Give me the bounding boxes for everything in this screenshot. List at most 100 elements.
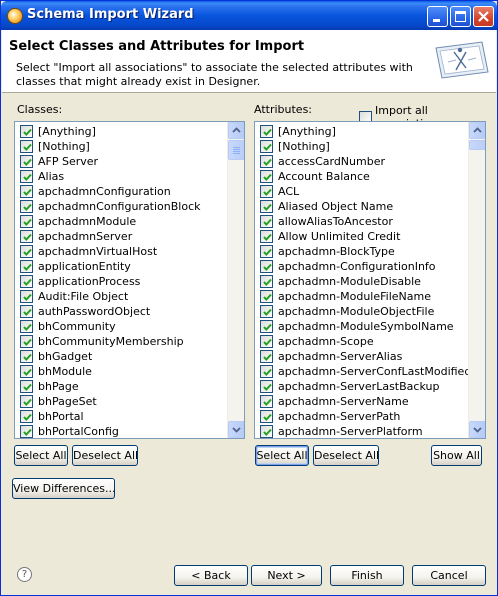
item-checkbox[interactable] bbox=[20, 290, 33, 303]
attributes-list[interactable]: [Anything] [Nothing] accessCardNumber Accou… bbox=[254, 121, 486, 439]
minimize-button[interactable] bbox=[427, 6, 448, 27]
list-item[interactable]: allowAliasToAncestor bbox=[257, 214, 468, 229]
item-checkbox[interactable] bbox=[20, 275, 33, 288]
item-checkbox[interactable] bbox=[260, 230, 273, 243]
list-item[interactable]: apchadmn-ConfigurationInfo bbox=[257, 259, 468, 274]
item-checkbox[interactable] bbox=[20, 380, 33, 393]
list-item[interactable]: applicationProcess bbox=[17, 274, 227, 289]
list-item[interactable]: [Anything] bbox=[17, 124, 227, 139]
help-icon[interactable]: ? bbox=[17, 567, 32, 582]
finish-button[interactable]: Finish bbox=[330, 565, 404, 586]
item-checkbox[interactable] bbox=[20, 260, 33, 273]
item-checkbox[interactable] bbox=[20, 425, 33, 438]
item-checkbox[interactable] bbox=[260, 395, 273, 408]
scroll-up-button[interactable] bbox=[469, 122, 485, 139]
item-checkbox[interactable] bbox=[260, 260, 273, 273]
list-item[interactable]: bhCommunityMembership bbox=[17, 334, 227, 349]
view-differences-button[interactable]: View Differences... bbox=[12, 478, 116, 499]
list-item[interactable]: applicationEntity bbox=[17, 259, 227, 274]
item-checkbox[interactable] bbox=[20, 215, 33, 228]
list-item[interactable]: apchadmn-ModuleFileName bbox=[257, 289, 468, 304]
list-item[interactable]: [Nothing] bbox=[257, 139, 468, 154]
list-item[interactable]: apchadmn-ModuleSymbolName bbox=[257, 319, 468, 334]
item-checkbox[interactable] bbox=[260, 185, 273, 198]
item-checkbox[interactable] bbox=[260, 335, 273, 348]
next-button[interactable]: Next > bbox=[251, 565, 322, 586]
item-checkbox[interactable] bbox=[260, 245, 273, 258]
list-item[interactable]: apchadmn-ServerPath bbox=[257, 409, 468, 424]
list-item[interactable]: apchadmn-ServerLastBackup bbox=[257, 379, 468, 394]
item-checkbox[interactable] bbox=[20, 155, 33, 168]
classes-deselect-all-button[interactable]: Deselect All bbox=[72, 445, 138, 466]
item-checkbox[interactable] bbox=[20, 125, 33, 138]
cancel-button[interactable]: Cancel bbox=[412, 565, 486, 586]
attributes-select-all-button[interactable]: Select All bbox=[255, 445, 309, 466]
list-item[interactable]: apchadmn-ModuleObjectFile bbox=[257, 304, 468, 319]
item-checkbox[interactable] bbox=[260, 305, 273, 318]
list-item[interactable]: bhPageSet bbox=[17, 394, 227, 409]
show-all-button[interactable]: Show All bbox=[431, 445, 482, 466]
list-item[interactable]: apchadmn-Scope bbox=[257, 334, 468, 349]
item-checkbox[interactable] bbox=[20, 335, 33, 348]
item-checkbox[interactable] bbox=[260, 155, 273, 168]
item-checkbox[interactable] bbox=[20, 230, 33, 243]
list-item[interactable]: apchadmn-ServerConfLastModified bbox=[257, 364, 471, 379]
scroll-down-button[interactable] bbox=[228, 421, 244, 438]
list-item[interactable]: Alias bbox=[17, 169, 227, 184]
list-item[interactable]: apchadmn-ServerName bbox=[257, 394, 468, 409]
scroll-up-button[interactable] bbox=[228, 122, 244, 139]
item-checkbox[interactable] bbox=[20, 365, 33, 378]
item-checkbox[interactable] bbox=[260, 410, 273, 423]
item-checkbox[interactable] bbox=[260, 125, 273, 138]
item-checkbox[interactable] bbox=[260, 320, 273, 333]
item-checkbox[interactable] bbox=[20, 350, 33, 363]
list-item[interactable]: Aliased Object Name bbox=[257, 199, 468, 214]
list-item[interactable]: apchadmnVirtualHost bbox=[17, 244, 227, 259]
list-item[interactable]: bhPortal bbox=[17, 409, 227, 424]
item-checkbox[interactable] bbox=[260, 140, 273, 153]
classes-select-all-button[interactable]: Select All bbox=[14, 445, 68, 466]
list-item[interactable]: bhModule bbox=[17, 364, 227, 379]
list-item[interactable]: apchadmn-BlockType bbox=[257, 244, 468, 259]
list-item[interactable]: apchadmnServer bbox=[17, 229, 227, 244]
list-item[interactable]: ACL bbox=[257, 184, 468, 199]
list-item[interactable]: Allow Unlimited Credit bbox=[257, 229, 468, 244]
attributes-deselect-all-button[interactable]: Deselect All bbox=[313, 445, 379, 466]
close-button[interactable] bbox=[473, 6, 494, 27]
item-checkbox[interactable] bbox=[20, 200, 33, 213]
item-checkbox[interactable] bbox=[260, 275, 273, 288]
item-checkbox[interactable] bbox=[20, 170, 33, 183]
list-item[interactable]: Audit:File Object bbox=[17, 289, 227, 304]
list-item[interactable]: [Nothing] bbox=[17, 139, 227, 154]
scroll-thumb[interactable] bbox=[228, 140, 244, 160]
item-checkbox[interactable] bbox=[260, 380, 273, 393]
list-item[interactable]: bhGadget bbox=[17, 349, 227, 364]
item-checkbox[interactable] bbox=[260, 290, 273, 303]
list-item[interactable]: accessCardNumber bbox=[257, 154, 468, 169]
list-item[interactable]: apchadmnConfigurationBlock bbox=[17, 199, 227, 214]
item-checkbox[interactable] bbox=[20, 410, 33, 423]
item-checkbox[interactable] bbox=[20, 245, 33, 258]
item-checkbox[interactable] bbox=[260, 170, 273, 183]
list-item[interactable]: apchadmn-ServerPlatform bbox=[257, 424, 468, 438]
item-checkbox[interactable] bbox=[260, 425, 273, 438]
item-checkbox[interactable] bbox=[20, 185, 33, 198]
maximize-button[interactable] bbox=[450, 6, 471, 27]
list-item[interactable]: bhPortalConfig bbox=[17, 424, 227, 438]
item-checkbox[interactable] bbox=[260, 215, 273, 228]
list-item[interactable]: authPasswordObject bbox=[17, 304, 227, 319]
attributes-scrollbar[interactable] bbox=[468, 122, 485, 438]
list-item[interactable]: bhCommunity bbox=[17, 319, 227, 334]
list-item[interactable]: apchadmnConfiguration bbox=[17, 184, 227, 199]
list-item[interactable]: apchadmnModule bbox=[17, 214, 227, 229]
list-item[interactable]: bhPage bbox=[17, 379, 227, 394]
list-item[interactable]: [Anything] bbox=[257, 124, 468, 139]
scroll-thumb[interactable] bbox=[469, 140, 485, 150]
item-checkbox[interactable] bbox=[20, 305, 33, 318]
list-item[interactable]: apchadmn-ServerAlias bbox=[257, 349, 468, 364]
back-button[interactable]: < Back bbox=[174, 565, 248, 586]
list-item[interactable]: AFP Server bbox=[17, 154, 227, 169]
item-checkbox[interactable] bbox=[20, 140, 33, 153]
classes-scrollbar[interactable] bbox=[227, 122, 244, 438]
item-checkbox[interactable] bbox=[260, 350, 273, 363]
